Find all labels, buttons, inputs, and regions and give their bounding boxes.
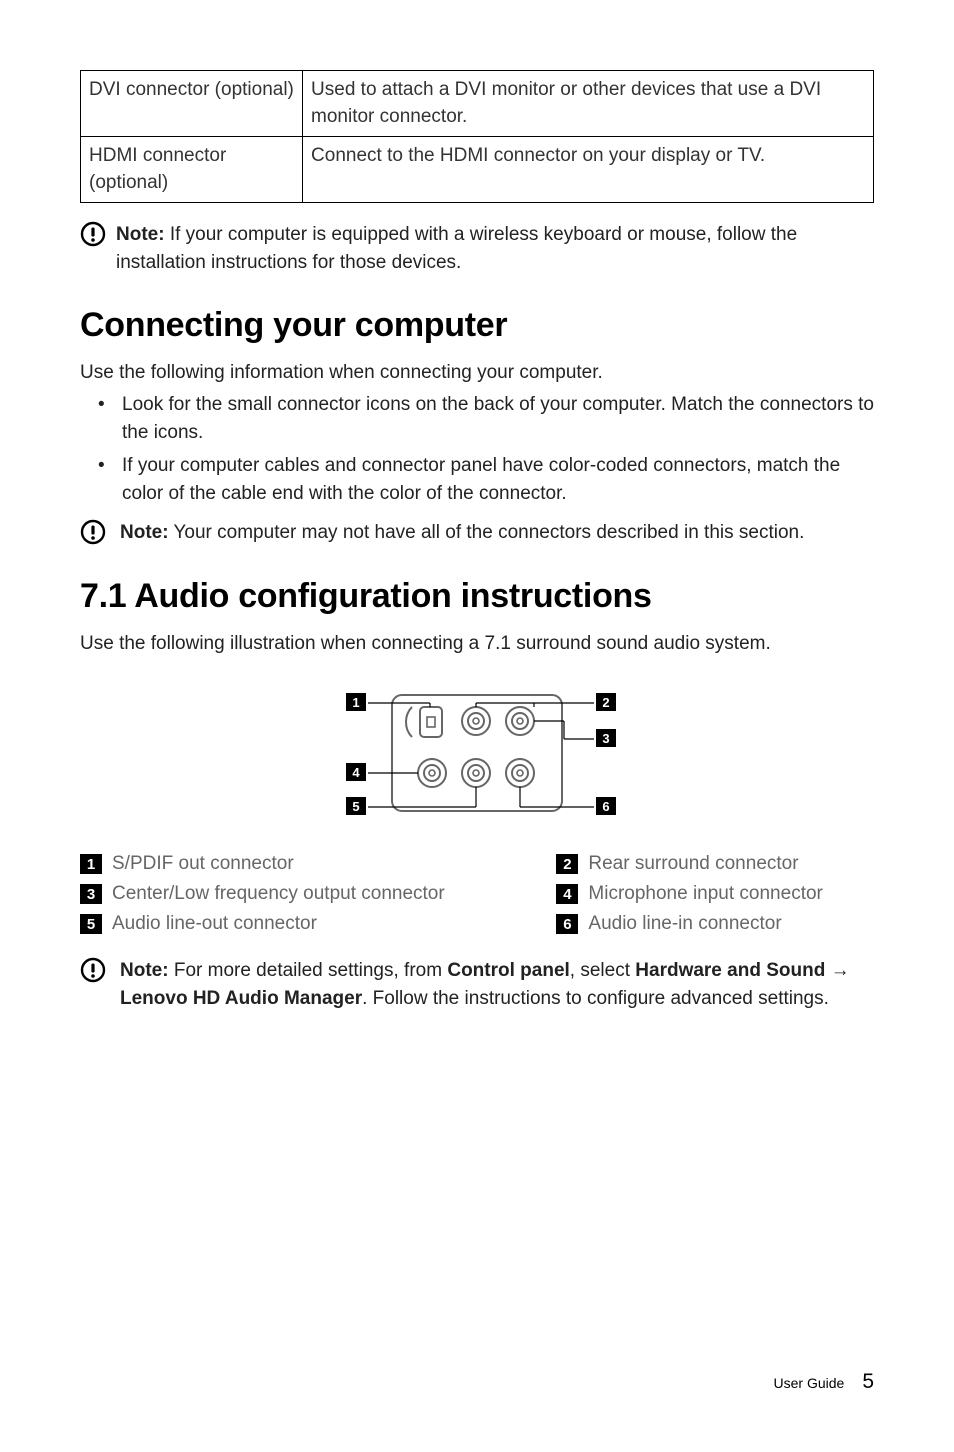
note-label: Note: (120, 522, 169, 543)
legend-item: 1 S/PDIF out connector (80, 853, 556, 875)
footer-page-number: 5 (862, 1370, 874, 1394)
hardware-sound-name: Hardware and Sound (635, 960, 825, 981)
legend-number: 3 (80, 884, 102, 904)
legend-number: 2 (556, 854, 578, 874)
legend-label: S/PDIF out connector (112, 853, 294, 875)
legend-label: Rear surround connector (588, 853, 798, 875)
svg-text:6: 6 (602, 799, 609, 814)
note-label: Note: (116, 224, 165, 245)
note-body: If your computer is equipped with a wire… (116, 224, 797, 273)
legend-number: 6 (556, 914, 578, 934)
note-connectors: Note: Your computer may not have all of … (80, 519, 874, 547)
note-body-mid: , select (570, 960, 635, 981)
note-body-pre: For more detailed settings, from (169, 960, 448, 981)
note-audio-settings: Note: For more detailed settings, from C… (80, 957, 874, 1012)
legend-item: 5 Audio line-out connector (80, 913, 556, 935)
legend-label: Audio line-out connector (112, 913, 317, 935)
svg-text:2: 2 (602, 695, 609, 710)
legend-number: 5 (80, 914, 102, 934)
warning-icon (80, 221, 106, 247)
legend-label: Center/Low frequency output connector (112, 883, 445, 905)
arrow: → (825, 960, 849, 981)
warning-icon (80, 957, 106, 983)
connector-legend: 1 S/PDIF out connector 2 Rear surround c… (80, 853, 874, 935)
note-text: Note: Your computer may not have all of … (116, 519, 804, 547)
table-row: HDMI connector (optional) Connect to the… (81, 137, 874, 203)
note-label: Note: (120, 960, 169, 981)
heading-connecting: Connecting your computer (80, 306, 874, 345)
note-text: Note: If your computer is equipped with … (116, 221, 874, 276)
legend-number: 1 (80, 854, 102, 874)
cell-connector-name: DVI connector (optional) (81, 71, 303, 137)
legend-label: Microphone input connector (588, 883, 822, 905)
intro-connecting: Use the following information when conne… (80, 359, 874, 387)
control-panel-name: Control panel (447, 960, 569, 981)
cell-connector-desc: Connect to the HDMI connector on your di… (303, 137, 874, 203)
legend-item: 2 Rear surround connector (556, 853, 874, 875)
cell-connector-desc: Used to attach a DVI monitor or other de… (303, 71, 874, 137)
note-body-tail: . Follow the instructions to configure a… (362, 988, 829, 1009)
footer-doc-title: User Guide (774, 1375, 845, 1391)
audio-manager-name: Lenovo HD Audio Manager (120, 988, 362, 1009)
note-wireless: Note: If your computer is equipped with … (80, 221, 874, 276)
heading-audio: 7.1 Audio configuration instructions (80, 577, 874, 616)
cell-connector-name: HDMI connector (optional) (81, 137, 303, 203)
svg-text:5: 5 (352, 799, 359, 814)
legend-item: 6 Audio line-in connector (556, 913, 874, 935)
table-row: DVI connector (optional) Used to attach … (81, 71, 874, 137)
warning-icon (80, 519, 106, 545)
svg-text:1: 1 (352, 695, 359, 710)
intro-audio: Use the following illustration when conn… (80, 630, 874, 658)
list-item: Look for the small connector icons on th… (80, 391, 874, 446)
page-footer: User Guide 5 (774, 1370, 875, 1394)
svg-text:3: 3 (602, 731, 609, 746)
legend-label: Audio line-in connector (588, 913, 781, 935)
bullet-list: Look for the small connector icons on th… (80, 391, 874, 507)
note-body: Your computer may not have all of the co… (169, 522, 805, 543)
connector-table: DVI connector (optional) Used to attach … (80, 70, 874, 203)
audio-panel-diagram: 1 4 5 2 3 6 (80, 681, 874, 831)
legend-item: 3 Center/Low frequency output connector (80, 883, 556, 905)
svg-text:4: 4 (352, 765, 360, 780)
legend-item: 4 Microphone input connector (556, 883, 874, 905)
list-item: If your computer cables and connector pa… (80, 452, 874, 507)
note-text: Note: For more detailed settings, from C… (116, 957, 874, 1012)
legend-number: 4 (556, 884, 578, 904)
